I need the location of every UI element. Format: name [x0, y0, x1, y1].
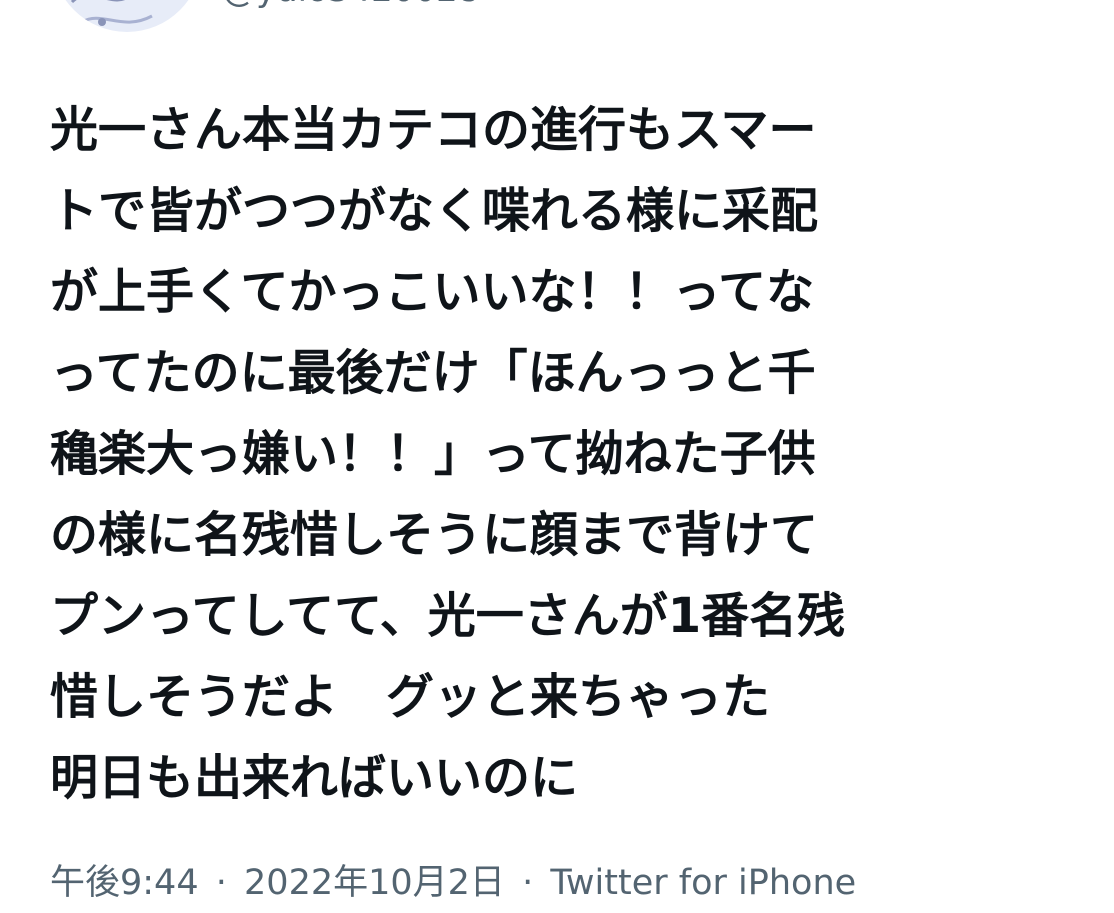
tweet-text-line: の様に名残惜しそうに顔まで背けて — [50, 507, 819, 563]
avatar-illustration-icon — [70, 0, 153, 26]
tweet-source-link[interactable]: Twitter for iPhone — [550, 863, 856, 903]
tweet-text: 光一さん本当カテコの進行もスマー トで皆がつつがなく喋れる様に采配 が上手くてか… — [50, 90, 1070, 819]
tweet-text-line: が上手くてかっこいいな！！ってな — [50, 264, 815, 320]
tweet-header: @yulo3420028 — [0, 0, 1114, 40]
tweet-detail: @yulo3420028 光一さん本当カテコの進行もスマー トで皆がつつがなく喋… — [0, 0, 1114, 913]
tweet-text-line: 明日も出来ればいいのに — [50, 750, 579, 806]
tweet-text-line: プンってしてて、光一さんが1番名残 — [50, 588, 846, 644]
tweet-text-line: トで皆がつつがなく喋れる様に采配 — [50, 183, 819, 239]
tweet-time[interactable]: 午後9:44 — [50, 863, 199, 903]
meta-separator: · — [522, 863, 534, 903]
author-handle[interactable]: @yulo3420028 — [222, 0, 479, 14]
meta-separator: · — [215, 863, 227, 903]
avatar[interactable] — [52, 0, 202, 32]
tweet-text-line: ってたのに最後だけ「ほんっっと千 — [50, 345, 816, 401]
tweet-text-line: 惜しそうだよ グッと来ちゃった — [50, 669, 771, 725]
tweet-date[interactable]: 2022年10月2日 — [244, 863, 505, 903]
tweet-text-line: 穐楽大っ嫌い！！」って拗ねた子供 — [50, 426, 816, 482]
tweet-text-line: 光一さん本当カテコの進行もスマー — [50, 102, 817, 158]
tweet-metadata: 午後9:44 · 2022年10月2日 · Twitter for iPhone — [50, 860, 856, 906]
